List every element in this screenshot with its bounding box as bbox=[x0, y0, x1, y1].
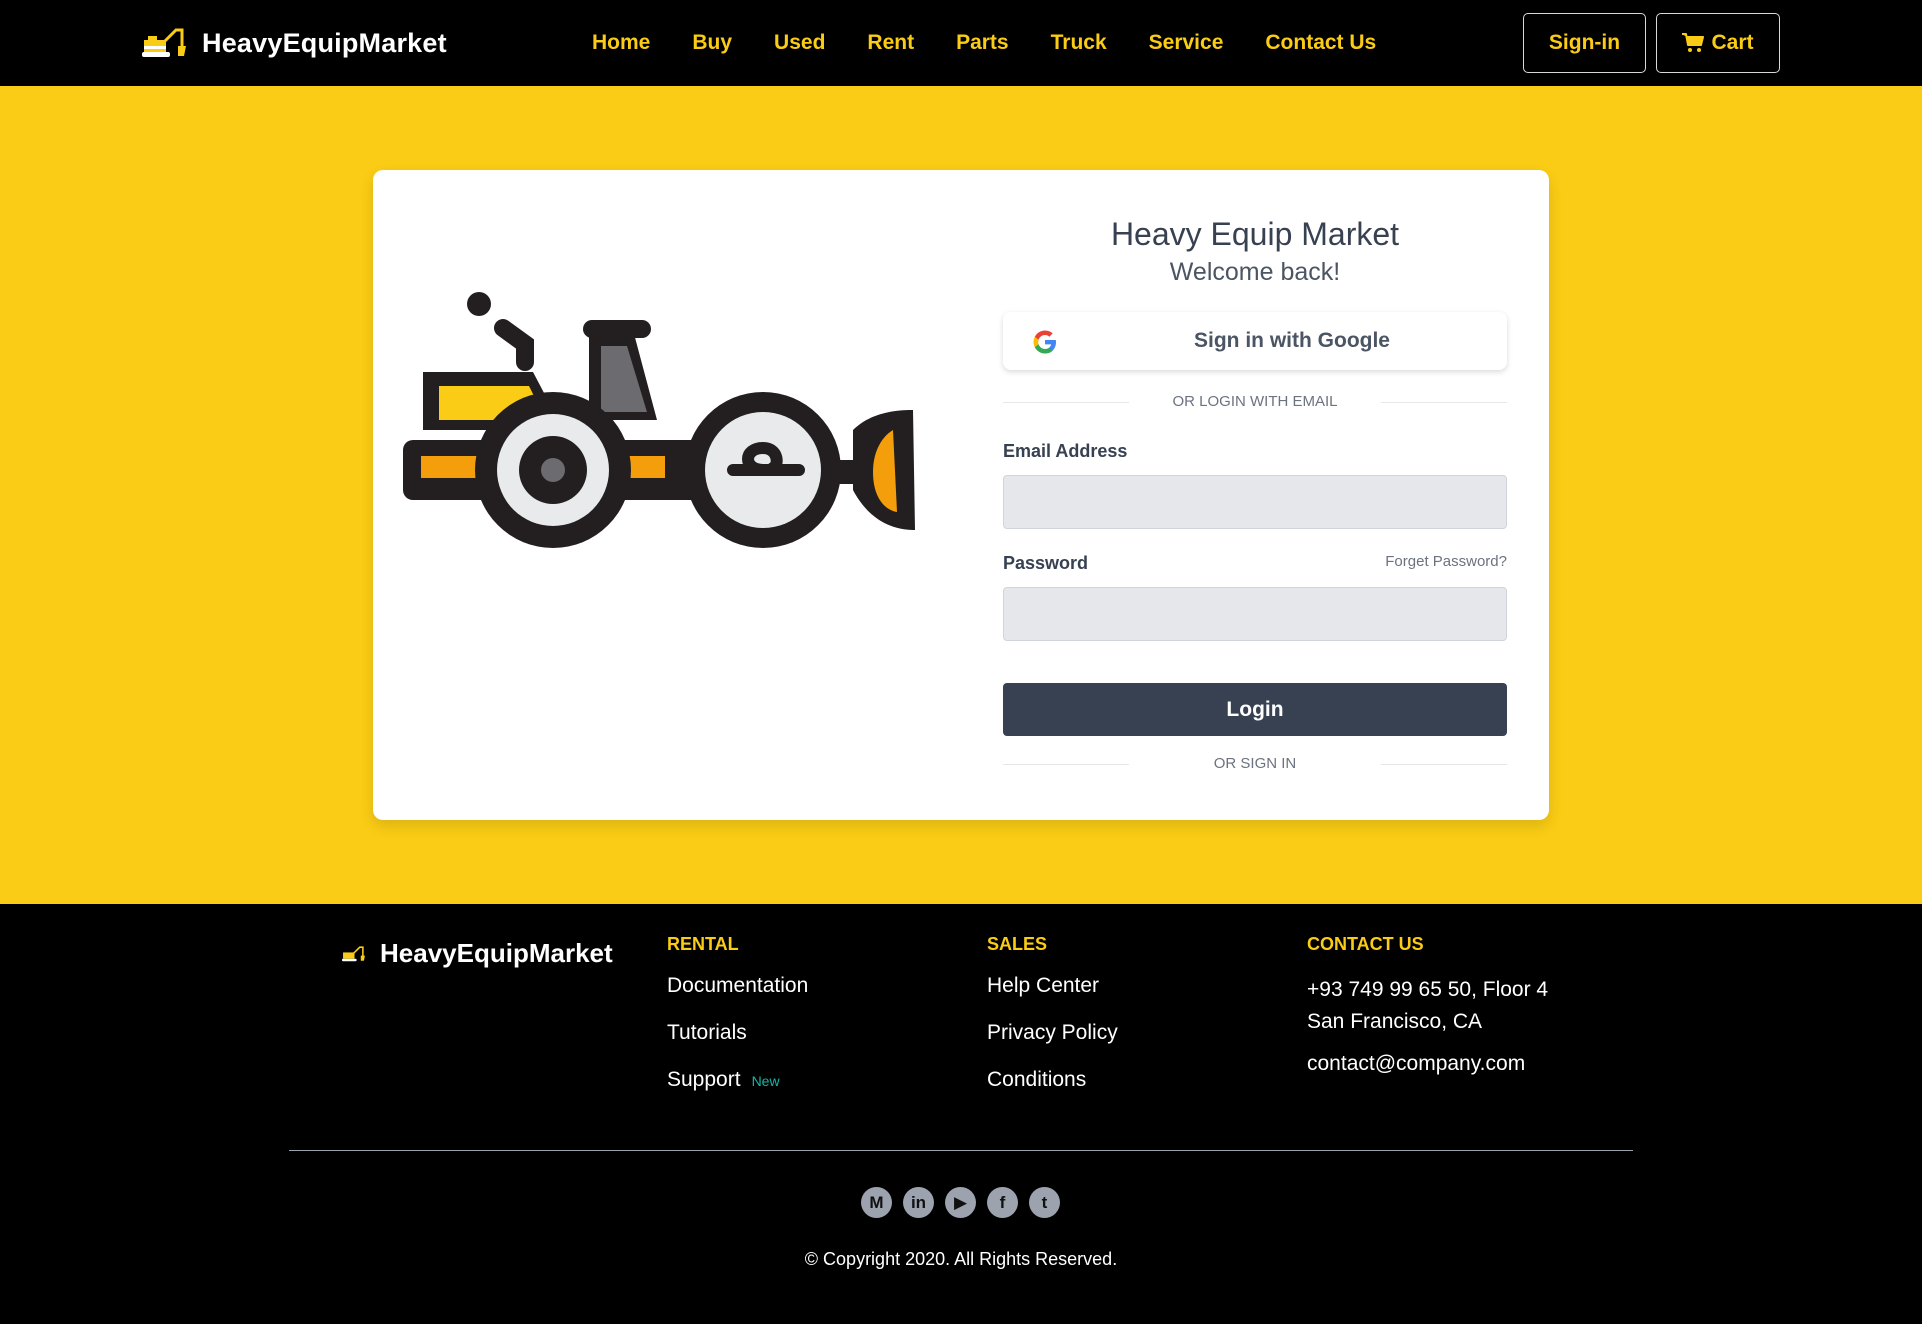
nav-home-link[interactable]: Home bbox=[592, 31, 650, 55]
signin-button[interactable]: Sign-in bbox=[1523, 13, 1646, 73]
nav-parts-link[interactable]: Parts bbox=[956, 31, 1009, 55]
login-title: Heavy Equip Market bbox=[1110, 216, 1400, 252]
nav-buy-link[interactable]: Buy bbox=[692, 31, 732, 55]
top-navbar: HeavyEquipMarket Home Buy Used Rent Part… bbox=[0, 0, 1922, 86]
support-label: Support bbox=[667, 1068, 741, 1091]
divider-line bbox=[1381, 402, 1507, 403]
email-label: Email Address bbox=[1003, 441, 1128, 461]
login-subtitle: Welcome back! bbox=[1169, 258, 1341, 286]
signin-label: Sign-in bbox=[1548, 31, 1621, 54]
excavator-logo-icon bbox=[142, 28, 186, 57]
nav-used-link[interactable]: Used bbox=[774, 31, 825, 55]
contact-heading: CONTACT US bbox=[1307, 934, 1424, 954]
cart-icon bbox=[1682, 33, 1705, 52]
footer-link-help-center[interactable]: Help Center bbox=[987, 974, 1118, 1021]
footer-brand[interactable]: HeavyEquipMarket bbox=[342, 938, 613, 969]
login-card: Heavy Equip Market Welcome back! Sign in… bbox=[373, 170, 1549, 820]
bulldozer-illustration bbox=[403, 292, 915, 548]
signin-divider: OR SIGN IN bbox=[1003, 754, 1507, 774]
google-icon bbox=[1033, 330, 1056, 354]
footer-link-tutorials[interactable]: Tutorials bbox=[667, 1021, 808, 1068]
footer-contact-column: CONTACT US +93 749 99 65 50, Floor 4 San… bbox=[1307, 934, 1548, 1076]
divider-line bbox=[1381, 764, 1507, 765]
new-badge: New bbox=[751, 1073, 780, 1089]
nav-truck-link[interactable]: Truck bbox=[1051, 31, 1107, 55]
footer-link-documentation[interactable]: Documentation bbox=[667, 974, 808, 1021]
rental-heading: RENTAL bbox=[667, 934, 739, 954]
linkedin-icon[interactable]: in bbox=[903, 1187, 934, 1218]
email-divider: OR LOGIN WITH EMAIL bbox=[1003, 392, 1507, 412]
email-field[interactable] bbox=[1003, 475, 1507, 529]
cart-button[interactable]: Cart bbox=[1656, 13, 1780, 73]
password-label: Password bbox=[1003, 553, 1089, 573]
brand-link[interactable]: HeavyEquipMarket bbox=[142, 24, 447, 62]
footer-sales-column: SALES Help Center Privacy Policy Conditi… bbox=[987, 934, 1118, 1115]
login-button[interactable]: Login bbox=[1003, 683, 1507, 736]
google-signin-button[interactable]: Sign in with Google bbox=[1003, 312, 1507, 370]
copyright-text: © Copyright 2020. All Rights Reserved. bbox=[804, 1249, 1118, 1269]
nav-rent-link[interactable]: Rent bbox=[867, 31, 914, 55]
forgot-password-link[interactable]: Forget Password? bbox=[1385, 553, 1507, 570]
facebook-icon[interactable]: f bbox=[987, 1187, 1018, 1218]
footer-link-support[interactable]: Support New bbox=[667, 1068, 808, 1115]
nav-contact-link[interactable]: Contact Us bbox=[1265, 31, 1376, 55]
google-signin-label: Sign in with Google bbox=[1194, 329, 1390, 352]
contact-address-line1: +93 749 99 65 50, Floor 4 bbox=[1307, 978, 1549, 1001]
footer-rental-column: RENTAL Documentation Tutorials Support N… bbox=[667, 934, 808, 1115]
footer: HeavyEquipMarket RENTAL Documentation Tu… bbox=[0, 904, 1922, 1324]
footer-brand-name: HeavyEquipMarket bbox=[380, 938, 613, 968]
nav-service-link[interactable]: Service bbox=[1149, 31, 1224, 55]
footer-link-privacy-policy[interactable]: Privacy Policy bbox=[987, 1021, 1118, 1068]
contact-email-link[interactable]: contact@company.com bbox=[1307, 1052, 1548, 1076]
footer-divider bbox=[289, 1150, 1633, 1151]
youtube-icon[interactable]: ▶ bbox=[945, 1187, 976, 1218]
password-field[interactable] bbox=[1003, 587, 1507, 641]
brand-name: HeavyEquipMarket bbox=[202, 27, 447, 58]
nav-links: Home Buy Used Rent Parts Truck Service C… bbox=[592, 26, 1418, 60]
main-section: Heavy Equip Market Welcome back! Sign in… bbox=[0, 86, 1922, 904]
footer-link-conditions[interactable]: Conditions bbox=[987, 1068, 1118, 1115]
social-links: M in ▶ f t bbox=[861, 1187, 1071, 1218]
excavator-logo-icon bbox=[342, 945, 365, 961]
contact-address-line2: San Francisco, CA bbox=[1307, 1010, 1483, 1033]
twitter-icon[interactable]: t bbox=[1029, 1187, 1060, 1218]
sales-heading: SALES bbox=[987, 934, 1048, 954]
cart-label: Cart bbox=[1711, 31, 1754, 54]
medium-icon[interactable]: M bbox=[861, 1187, 892, 1218]
